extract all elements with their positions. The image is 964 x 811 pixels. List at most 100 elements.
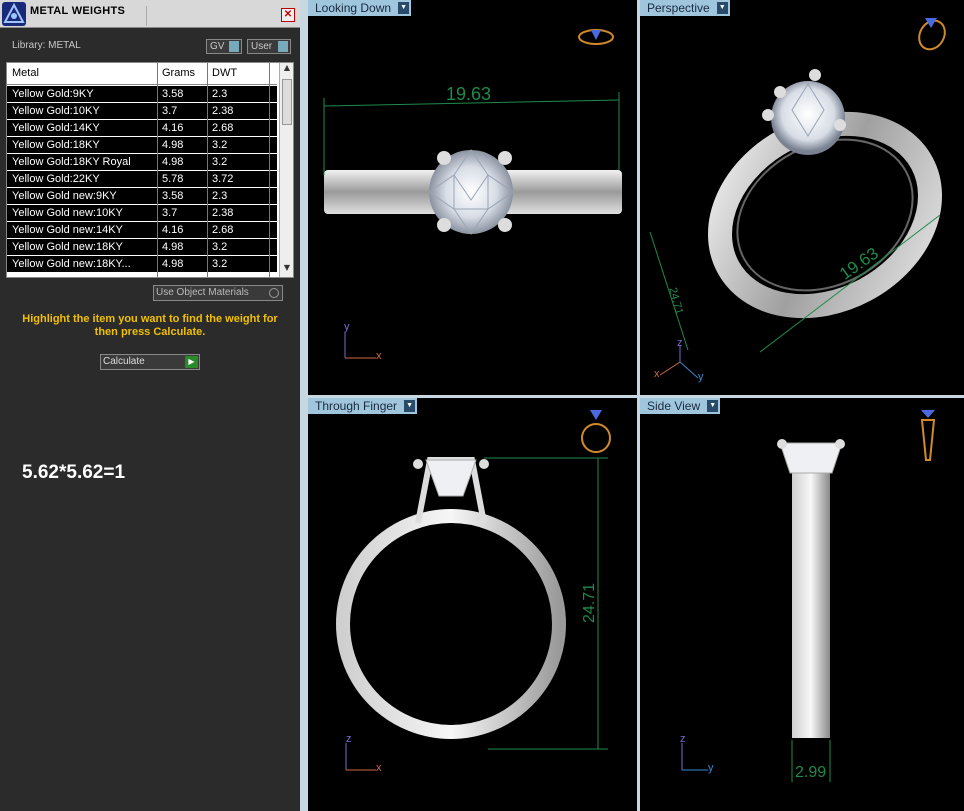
table-row[interactable]: Yellow Gold:22KY 5.78 3.72 bbox=[7, 171, 277, 188]
axis-label-x: x bbox=[376, 762, 382, 774]
radio-icon bbox=[269, 288, 279, 298]
metal-name-cell: Yellow Gold:22KY bbox=[12, 173, 100, 185]
close-button[interactable]: ✕ bbox=[281, 8, 295, 22]
table-row[interactable]: Yellow Gold:18KY Royal 4.98 3.2 bbox=[7, 154, 277, 171]
table-scrollbar[interactable]: ▲ ▼ bbox=[279, 63, 293, 277]
axis-label-x: x bbox=[654, 368, 660, 380]
grams-cell: 4.98 bbox=[162, 156, 184, 168]
app-window: METAL WEIGHTS ✕ Library: METAL GV User M… bbox=[0, 0, 964, 811]
table-row[interactable]: Yellow Gold:18KY 4.98 3.2 bbox=[7, 137, 277, 154]
grams-cell: 4.16 bbox=[162, 224, 184, 236]
use-object-materials-label: Use Object Materials bbox=[156, 287, 249, 298]
table-body: Yellow Gold:9KY 3.58 2.3 Yellow Gold:10KY 3.… bbox=[7, 86, 277, 273]
calculate-button[interactable]: Calculate ▶ bbox=[100, 354, 200, 370]
dwt-cell: 2.38 bbox=[212, 207, 234, 219]
dwt-cell: 3.2 bbox=[212, 258, 228, 270]
user-label: User bbox=[251, 41, 273, 52]
viewport-area: Looking Down ▼ 19.63 y x Perspective ▼ 1… bbox=[300, 0, 964, 811]
axis-label-x: x bbox=[376, 350, 382, 362]
metal-weights-panel: METAL WEIGHTS ✕ Library: METAL GV User M… bbox=[0, 0, 300, 811]
viewport-label: Through Finger bbox=[315, 399, 398, 413]
dimension-label: 2.99 bbox=[795, 764, 827, 781]
dwt-cell: 2.38 bbox=[212, 105, 234, 117]
instruction-text: Highlight the item you want to find the … bbox=[22, 313, 278, 338]
table-row[interactable]: Yellow Gold:9KY 3.58 2.3 bbox=[7, 86, 277, 103]
app-logo-icon bbox=[2, 2, 26, 26]
table-row[interactable]: Yellow Gold:10KY 3.7 2.38 bbox=[7, 103, 277, 120]
axis-label-z: z bbox=[680, 733, 686, 745]
gv-toggle-indicator bbox=[229, 41, 239, 52]
formula-text: 5.62*5.62=1 bbox=[22, 462, 126, 483]
metal-name-cell: Yellow Gold new:18KY bbox=[12, 241, 123, 253]
dwt-cell: 3.72 bbox=[212, 173, 234, 185]
dropdown-arrow-icon[interactable]: ▼ bbox=[707, 400, 719, 412]
table-row[interactable]: Yellow Gold new:14KY 4.16 2.68 bbox=[7, 222, 277, 239]
metal-name-cell: Yellow Gold:10KY bbox=[12, 105, 100, 117]
table-row[interactable]: Yellow Gold new:18KY... 4.98 3.2 bbox=[7, 256, 277, 273]
table-row[interactable]: Yellow Gold new:9KY 3.58 2.3 bbox=[7, 188, 277, 205]
grams-cell: 3.58 bbox=[162, 190, 184, 202]
gv-library-button[interactable]: GV bbox=[206, 39, 242, 54]
metal-name-cell: Yellow Gold new:10KY bbox=[12, 207, 123, 219]
viewport-looking-down[interactable]: Looking Down ▼ 19.63 y x bbox=[308, 0, 637, 395]
table-header: Metal Grams DWT bbox=[7, 63, 277, 85]
play-arrow-icon: ▶ bbox=[185, 356, 198, 368]
viewport-label: Side View bbox=[647, 399, 701, 413]
column-header-grams[interactable]: Grams bbox=[162, 67, 195, 79]
axis-label-y: y bbox=[708, 762, 714, 774]
panel-title: METAL WEIGHTS bbox=[30, 5, 126, 17]
user-library-button[interactable]: User bbox=[247, 39, 291, 54]
metal-name-cell: Yellow Gold:18KY bbox=[12, 139, 100, 151]
panel-titlebar[interactable]: METAL WEIGHTS ✕ bbox=[0, 0, 300, 28]
dwt-cell: 2.68 bbox=[212, 122, 234, 134]
grams-cell: 4.98 bbox=[162, 139, 184, 151]
column-header-metal[interactable]: Metal bbox=[12, 67, 39, 79]
library-label: Library: METAL bbox=[12, 40, 81, 51]
viewport-side-view[interactable]: Side View ▼ 2.99 z y bbox=[640, 398, 964, 811]
table-row[interactable]: Yellow Gold:14KY 4.16 2.68 bbox=[7, 120, 277, 137]
metal-name-cell: Yellow Gold new:18KY... bbox=[12, 258, 131, 270]
column-divider bbox=[269, 63, 270, 277]
gv-label: GV bbox=[210, 41, 225, 52]
scroll-up-arrow-icon[interactable]: ▲ bbox=[280, 63, 293, 77]
dropdown-arrow-icon[interactable]: ▼ bbox=[398, 2, 410, 14]
compass-icon bbox=[920, 410, 936, 461]
title-divider bbox=[146, 6, 147, 26]
dropdown-arrow-icon[interactable]: ▼ bbox=[404, 400, 416, 412]
viewport-menu-looking-down[interactable]: Looking Down ▼ bbox=[308, 0, 412, 16]
metal-name-cell: Yellow Gold new:14KY bbox=[12, 224, 123, 236]
dwt-cell: 3.2 bbox=[212, 241, 228, 253]
use-object-materials-toggle[interactable]: Use Object Materials bbox=[153, 285, 283, 301]
viewport-through-finger[interactable]: Through Finger ▼ 24.71 z x bbox=[308, 398, 637, 811]
dropdown-arrow-icon[interactable]: ▼ bbox=[716, 2, 728, 14]
grams-cell: 4.98 bbox=[162, 241, 184, 253]
ring-perspective-render bbox=[649, 18, 946, 379]
user-toggle-indicator bbox=[278, 41, 288, 52]
viewport-perspective[interactable]: Perspective ▼ 19.63 24.71 z x y bbox=[640, 0, 964, 395]
axis-label-y: y bbox=[698, 371, 704, 383]
grams-cell: 3.58 bbox=[162, 88, 184, 100]
column-header-dwt[interactable]: DWT bbox=[212, 67, 237, 79]
dwt-cell: 3.2 bbox=[212, 139, 228, 151]
table-row[interactable]: Yellow Gold new:10KY 3.7 2.38 bbox=[7, 205, 277, 222]
axis-label-z: z bbox=[346, 733, 352, 745]
metal-table: Metal Grams DWT Yellow Gold:9KY 3.58 2.3 Ye… bbox=[6, 62, 294, 278]
grams-cell: 3.7 bbox=[162, 105, 178, 117]
grams-cell: 5.78 bbox=[162, 173, 184, 185]
metal-name-cell: Yellow Gold:14KY bbox=[12, 122, 100, 134]
table-row[interactable]: Yellow Gold new:18KY 4.98 3.2 bbox=[7, 239, 277, 256]
viewport-menu-side-view[interactable]: Side View ▼ bbox=[640, 398, 721, 414]
dwt-cell: 2.3 bbox=[212, 88, 228, 100]
scroll-down-arrow-icon[interactable]: ▼ bbox=[280, 263, 293, 277]
metal-name-cell: Yellow Gold new:9KY bbox=[12, 190, 117, 202]
grams-cell: 4.98 bbox=[162, 258, 184, 270]
dimension-label: 19.63 bbox=[446, 84, 492, 104]
compass-icon bbox=[578, 29, 614, 45]
axis-label-z: z bbox=[677, 337, 683, 349]
viewport-label: Looking Down bbox=[315, 1, 392, 15]
viewport-menu-through-finger[interactable]: Through Finger ▼ bbox=[308, 398, 418, 414]
scroll-thumb[interactable] bbox=[282, 79, 292, 125]
viewport-menu-perspective[interactable]: Perspective ▼ bbox=[640, 0, 730, 16]
ring-side-view-render bbox=[681, 410, 936, 782]
viewport-label: Perspective bbox=[647, 1, 710, 15]
